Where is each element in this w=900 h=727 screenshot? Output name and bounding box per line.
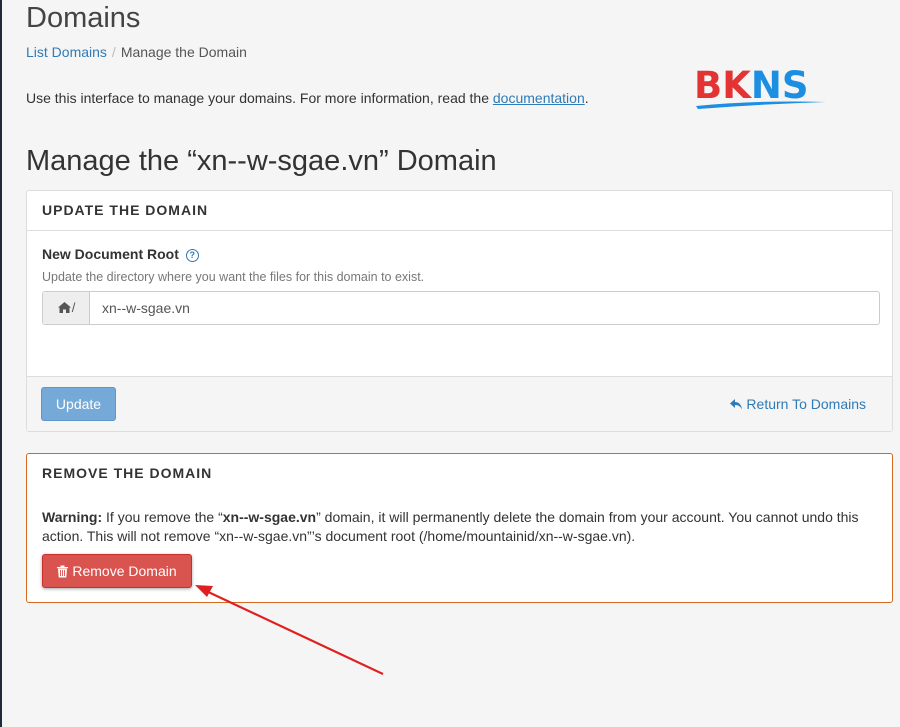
- bkns-logo: BKNS: [694, 67, 829, 110]
- document-root-input-group: /: [42, 291, 894, 325]
- remove-panel-heading: REMOVE THE DOMAIN: [42, 465, 213, 481]
- intro-text: Use this interface to manage your domain…: [26, 90, 589, 106]
- document-root-label-text: New Document Root: [42, 246, 179, 262]
- intro-text-end: .: [584, 90, 589, 106]
- home-addon-slash: /: [71, 300, 76, 315]
- documentation-link[interactable]: documentation: [493, 90, 585, 106]
- document-root-label: New Document Root ?: [42, 246, 199, 262]
- remove-domain-label: Remove Domain: [72, 563, 177, 579]
- page-title: Domains: [26, 2, 141, 34]
- trash-icon: [57, 565, 69, 578]
- update-button[interactable]: Update: [41, 387, 116, 421]
- breadcrumb: List Domains / Manage the Domain: [26, 44, 247, 60]
- home-addon: /: [43, 292, 90, 324]
- left-edge-border: [0, 0, 2, 727]
- intro-text-body: Use this interface to manage your domain…: [26, 90, 493, 106]
- update-panel-heading: UPDATE THE DOMAIN: [27, 191, 892, 231]
- reply-arrow-icon: [730, 399, 743, 410]
- document-root-help: Update the directory where you want the …: [42, 270, 425, 284]
- return-to-domains-link[interactable]: Return To Domains: [730, 396, 866, 412]
- question-circle-icon[interactable]: ?: [185, 249, 199, 262]
- update-domain-panel: UPDATE THE DOMAIN New Document Root ? Up…: [26, 190, 894, 432]
- remove-domain-button[interactable]: Remove Domain: [42, 554, 192, 588]
- warning-label: Warning:: [42, 509, 103, 525]
- return-to-domains-label: Return To Domains: [746, 396, 866, 412]
- breadcrumb-current: Manage the Domain: [120, 44, 247, 60]
- update-panel-footer: Update Return To Domains: [27, 376, 892, 431]
- remove-warning: Warning: If you remove the “xn--w-sgae.v…: [42, 508, 882, 546]
- manage-domain-title: Manage the “xn--w-sgae.vn” Domain: [26, 145, 497, 177]
- warning-domain: xn--w-sgae.vn: [222, 509, 317, 525]
- home-icon: [57, 302, 71, 313]
- remove-domain-panel: REMOVE THE DOMAIN Warning: If you remove…: [26, 453, 893, 603]
- breadcrumb-separator: /: [111, 44, 116, 60]
- document-root-input[interactable]: [90, 292, 894, 324]
- breadcrumb-list-domains[interactable]: List Domains: [26, 44, 107, 60]
- logo-swoosh: [696, 101, 826, 109]
- warning-text-a: If you remove the “: [102, 509, 223, 525]
